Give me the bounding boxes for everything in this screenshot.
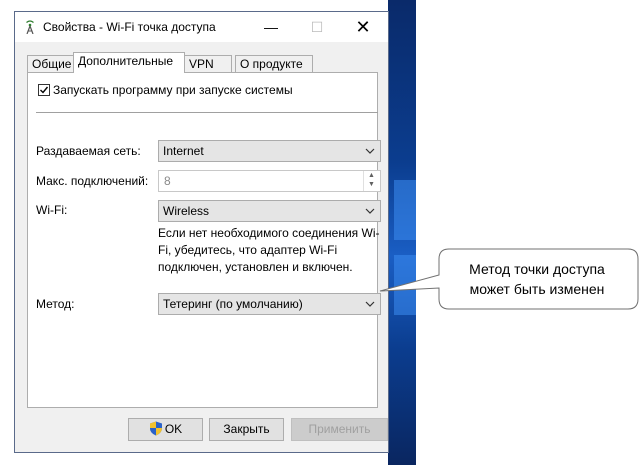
wifi-adapter-value: Wireless xyxy=(163,204,210,218)
tab-general[interactable]: Общие xyxy=(27,55,75,72)
apply-button[interactable]: Применить xyxy=(291,418,388,441)
title-bar[interactable]: Свойства - Wi-Fi точка доступа — ☐ ✕ xyxy=(15,12,388,42)
ok-button-label: OK xyxy=(164,422,183,436)
desktop-background xyxy=(388,0,416,465)
autostart-checkbox[interactable] xyxy=(38,84,50,96)
wifi-label: Wi-Fi: xyxy=(36,203,68,217)
method-label: Метод: xyxy=(36,297,75,311)
autostart-label[interactable]: Запускать программу при запуске системы xyxy=(53,83,293,97)
method-dropdown[interactable]: Тетеринг (по умолчанию) xyxy=(158,293,381,315)
maximize-button[interactable]: ☐ xyxy=(294,12,340,42)
spin-up-icon[interactable]: ▲ xyxy=(368,172,375,179)
shared-network-label: Раздаваемая сеть: xyxy=(36,144,141,158)
window-title: Свойства - Wi-Fi точка доступа xyxy=(43,20,216,34)
method-value: Тетеринг (по умолчанию) xyxy=(163,297,303,311)
tab-vpn[interactable]: VPN xyxy=(184,55,232,72)
tab-about[interactable]: О продукте xyxy=(235,55,313,72)
chevron-down-icon xyxy=(365,148,375,154)
callout-line-2: может быть изменен xyxy=(469,281,605,297)
max-connections-value: 8 xyxy=(164,174,171,188)
chevron-down-icon xyxy=(365,301,375,307)
callout-line-1: Метод точки доступа xyxy=(469,261,605,277)
properties-window: Свойства - Wi-Fi точка доступа — ☐ ✕ Общ… xyxy=(14,11,389,453)
desktop-glow xyxy=(394,180,416,240)
minimize-button[interactable]: — xyxy=(248,12,294,42)
wifi-tower-icon xyxy=(23,20,37,35)
advanced-tab-panel: Запускать программу при запуске системы … xyxy=(27,72,381,408)
callout-text: Метод точки доступа может быть изменен xyxy=(440,259,634,299)
chevron-down-icon xyxy=(365,208,375,214)
ok-button[interactable]: OK xyxy=(128,418,203,441)
max-connections-spinner[interactable]: 8 ▲ ▼ xyxy=(158,170,381,192)
wifi-adapter-dropdown[interactable]: Wireless xyxy=(158,200,381,222)
checkmark-icon xyxy=(40,86,49,94)
spin-down-icon[interactable]: ▼ xyxy=(368,181,375,188)
uac-shield-icon xyxy=(149,421,162,436)
max-connections-label: Макс. подключений: xyxy=(36,174,149,188)
close-window-button[interactable]: ✕ xyxy=(340,12,386,42)
spinner-buttons[interactable]: ▲ ▼ xyxy=(363,171,380,191)
tab-advanced[interactable]: Дополнительные xyxy=(73,52,185,73)
wifi-hint-text: Если нет необходимого соединения Wi-Fi, … xyxy=(158,226,380,274)
shared-network-dropdown[interactable]: Internet xyxy=(158,140,381,162)
shared-network-value: Internet xyxy=(163,144,204,158)
separator xyxy=(36,112,378,113)
close-button[interactable]: Закрыть xyxy=(209,418,284,441)
